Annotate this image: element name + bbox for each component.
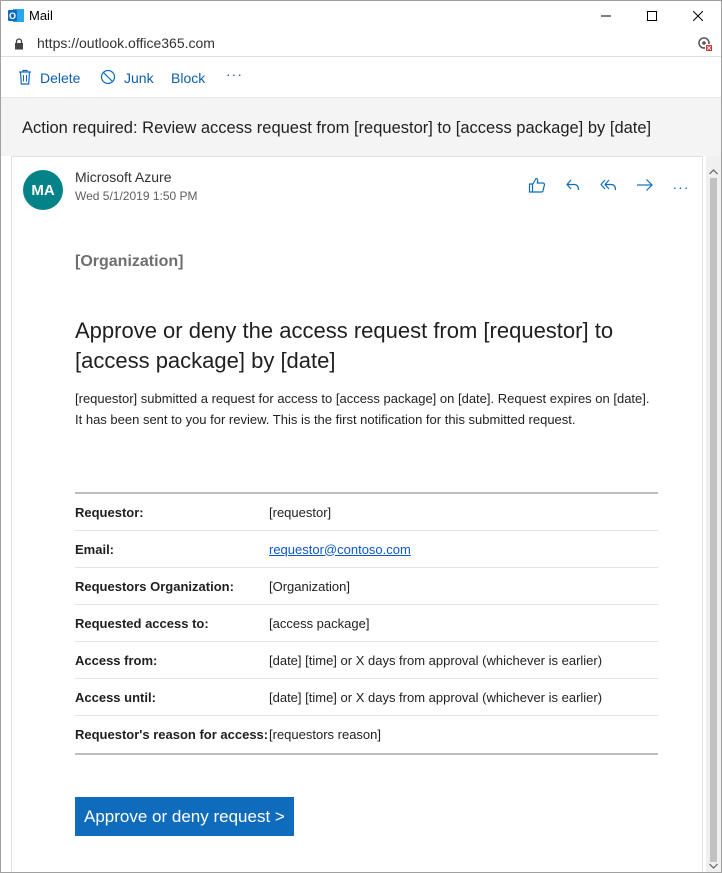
approve-or-deny-button[interactable]: Approve or deny request > bbox=[75, 797, 294, 836]
subject-header: Action required: Review access request f… bbox=[1, 98, 721, 156]
detail-row-reason: Requestor's reason for access: [requesto… bbox=[75, 716, 658, 753]
minimize-button[interactable] bbox=[583, 1, 629, 31]
maximize-icon bbox=[647, 11, 657, 21]
outlook-icon: O bbox=[8, 8, 24, 23]
email-body-text: [requestor] submitted a request for acce… bbox=[75, 391, 650, 427]
toolbar-more-button[interactable]: ··· bbox=[226, 66, 243, 82]
block-button[interactable]: Block bbox=[171, 68, 205, 88]
delete-button[interactable]: Delete bbox=[18, 68, 80, 88]
email-link[interactable]: requestor@contoso.com bbox=[269, 542, 411, 557]
sender-avatar[interactable]: MA bbox=[23, 170, 63, 210]
window-title: Mail bbox=[29, 8, 53, 23]
minimize-icon bbox=[601, 11, 611, 21]
email-headline: Approve or deny the access request from … bbox=[75, 318, 614, 373]
detail-value: [requestor] bbox=[269, 504, 332, 520]
scroll-down-arrow-icon[interactable] bbox=[709, 856, 718, 872]
detail-row-requested-access: Requested access to: [access package] bbox=[75, 605, 658, 642]
forward-icon bbox=[636, 177, 654, 198]
detail-value: [access package] bbox=[269, 615, 370, 631]
sender-name[interactable]: Microsoft Azure bbox=[75, 169, 171, 185]
delete-label: Delete bbox=[40, 70, 81, 86]
close-button[interactable] bbox=[675, 1, 721, 31]
lock-icon bbox=[14, 37, 24, 55]
detail-label: Email: bbox=[75, 541, 115, 557]
junk-label: Junk bbox=[124, 70, 154, 86]
detail-label: Access until: bbox=[75, 689, 156, 705]
message-subject: Action required: Review access request f… bbox=[22, 119, 652, 137]
detail-row-organization: Requestors Organization: [Organization] bbox=[75, 568, 658, 605]
detail-row-access-from: Access from: [date] [time] or X days fro… bbox=[75, 642, 658, 679]
like-button[interactable] bbox=[519, 177, 555, 197]
detail-label: Access from: bbox=[75, 652, 158, 668]
title-bar: O Mail bbox=[1, 1, 721, 31]
forward-button[interactable] bbox=[627, 177, 663, 197]
svg-text:O: O bbox=[9, 11, 16, 21]
detail-label: Requestors Organization: bbox=[75, 578, 234, 594]
message-actions: ··· bbox=[519, 177, 699, 197]
request-details-table: Requestor: [requestor] Email: requestor@… bbox=[75, 492, 658, 755]
message-date: Wed 5/1/2019 1:50 PM bbox=[75, 189, 198, 203]
detail-row-access-until: Access until: [date] [time] or X days fr… bbox=[75, 679, 658, 716]
url-text: https://outlook.office365.com bbox=[37, 35, 215, 51]
junk-button[interactable]: Junk bbox=[100, 68, 154, 88]
detail-value: [Organization] bbox=[269, 578, 350, 594]
detail-label: Requestor: bbox=[75, 504, 144, 520]
detail-value: [requestors reason] bbox=[269, 727, 382, 742]
block-circle-icon bbox=[100, 69, 124, 88]
vertical-scrollbar[interactable] bbox=[706, 156, 721, 872]
detail-label: Requested access to: bbox=[75, 615, 209, 631]
reply-all-button[interactable] bbox=[591, 177, 627, 197]
address-bar: https://outlook.office365.com bbox=[1, 31, 721, 57]
command-toolbar: Delete Junk Block ··· bbox=[1, 57, 721, 98]
reply-all-icon bbox=[600, 177, 618, 198]
organization-name: [Organization] bbox=[75, 253, 184, 270]
trash-icon bbox=[18, 69, 40, 88]
message-more-button[interactable]: ··· bbox=[663, 177, 699, 197]
detail-row-requestor: Requestor: [requestor] bbox=[75, 494, 658, 531]
thumbs-up-icon bbox=[528, 177, 546, 198]
extension-blocked-icon[interactable] bbox=[697, 36, 713, 57]
reply-icon bbox=[565, 177, 581, 198]
maximize-button[interactable] bbox=[629, 1, 675, 31]
detail-row-email: Email: requestor@contoso.com bbox=[75, 531, 658, 568]
reply-button[interactable] bbox=[555, 177, 591, 197]
detail-value: [date] [time] or X days from approval (w… bbox=[269, 652, 603, 668]
detail-value: [date] [time] or X days from approval (w… bbox=[269, 689, 603, 705]
close-icon bbox=[693, 11, 703, 21]
mail-window: O Mail https://outlook.office365.com Del… bbox=[0, 0, 722, 873]
detail-label: Requestor's reason for access: bbox=[75, 727, 269, 742]
block-label: Block bbox=[171, 70, 206, 86]
reading-pane: MA Microsoft Azure Wed 5/1/2019 1:50 PM bbox=[11, 156, 703, 872]
scrollbar-thumb[interactable] bbox=[710, 178, 717, 862]
